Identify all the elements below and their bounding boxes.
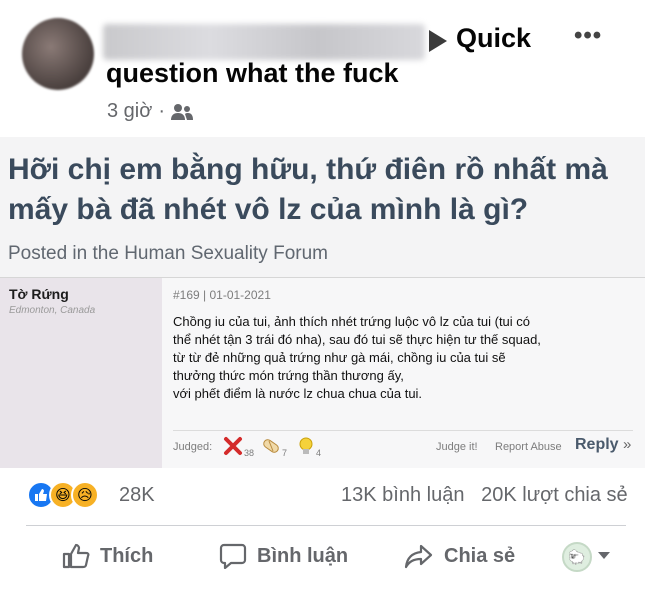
- judged-label: Judged:: [173, 441, 213, 453]
- like-label: Thích: [100, 544, 154, 567]
- lightbulb-icon: [299, 437, 313, 454]
- post-line: thưởng thức món trứng thần thương ấy,: [173, 368, 404, 383]
- comments-count[interactable]: 13K bình luận: [341, 484, 464, 506]
- judgement-x[interactable]: 38: [223, 436, 255, 458]
- share-arrow-icon: [404, 544, 433, 569]
- judgement-count: 7: [282, 448, 288, 458]
- post-meta: 3 giờ ·: [107, 100, 194, 123]
- report-abuse-link[interactable]: Report Abuse: [495, 441, 562, 453]
- post-line: từ từ đẻ những quả trứng như gà mái, chồ…: [173, 350, 506, 365]
- comment-label: Bình luận: [257, 544, 349, 567]
- share-label: Chia sẻ: [444, 544, 516, 567]
- post-line: với phết điểm là nước lz chua chua của t…: [173, 386, 423, 401]
- divider: [26, 525, 626, 526]
- people-icon: [171, 103, 194, 120]
- forum-username[interactable]: Tờ Rứng: [9, 286, 69, 302]
- shares-count[interactable]: 20K lượt chia sẻ: [481, 484, 628, 506]
- forum-user-location: Edmonton, Canada: [9, 305, 96, 316]
- post-title-part1: Quick: [456, 23, 532, 53]
- author-name-blurred[interactable]: [103, 24, 425, 60]
- post-title-part2: question what the fuck: [106, 58, 399, 88]
- forum-user-sidebar: Tờ Rứng Edmonton, Canada: [0, 278, 162, 468]
- judgement-lightbulb[interactable]: 4: [297, 436, 322, 458]
- more-dots-icon[interactable]: •••: [574, 22, 602, 50]
- chevron-down-icon[interactable]: [598, 552, 610, 559]
- forum-post-id: #169 | 01-01-2021: [173, 288, 271, 302]
- reaction-icons[interactable]: 😆 😥: [27, 481, 99, 509]
- reply-button[interactable]: Reply: [575, 436, 619, 454]
- pill-icon: [263, 439, 279, 453]
- thumbs-up-icon: [62, 543, 90, 569]
- play-arrow-icon: [429, 30, 447, 52]
- question-heading: Hỡi chị em bằng hữu, thứ điên rồ nhất mà…: [8, 153, 608, 226]
- post-line: Chồng iu của tui, ảnh thích nhét trứng l…: [173, 314, 531, 329]
- red-x-icon: [224, 437, 242, 455]
- judgement-count: 4: [316, 448, 322, 458]
- post-time[interactable]: 3 giờ: [107, 100, 152, 123]
- share-button[interactable]: Chia sẻ: [404, 543, 515, 569]
- post-divider: [173, 430, 633, 431]
- forum-post-body: #169 | 01-01-2021 Chồng iu của tui, ảnh …: [162, 278, 645, 468]
- post-line: thể nhét tận 3 trái đó nha), sau đó tui …: [173, 332, 541, 347]
- comment-button[interactable]: Bình luận: [219, 543, 348, 569]
- sad-icon: 😥: [71, 481, 99, 509]
- judge-it-link[interactable]: Judge it!: [436, 441, 478, 453]
- forum-post-footer: Judged: 38 7 4 Judge it! Report Abuse Re…: [173, 436, 635, 460]
- judgement-count: 38: [244, 448, 255, 458]
- reaction-count[interactable]: 28K: [119, 484, 155, 507]
- forum-post-text: Chồng iu của tui, ảnh thích nhét trứng l…: [173, 313, 633, 403]
- like-button[interactable]: Thích: [62, 543, 153, 569]
- reply-chevron-icon: »: [623, 436, 632, 453]
- engagement-stats: 13K bình luận 20K lượt chia sẻ: [341, 484, 628, 507]
- comment-bubble-icon: [219, 543, 247, 569]
- judgement-pill[interactable]: 7: [261, 436, 288, 458]
- profile-avatar[interactable]: 🐑: [562, 542, 592, 572]
- author-avatar[interactable]: [22, 18, 94, 90]
- post-header: Quick question what the fuck ••• 3 giờ ·: [0, 0, 645, 135]
- posted-in-text: Posted in the Human Sexuality Forum: [8, 243, 328, 264]
- forum-post-card: Tờ Rứng Edmonton, Canada #169 | 01-01-20…: [0, 277, 645, 468]
